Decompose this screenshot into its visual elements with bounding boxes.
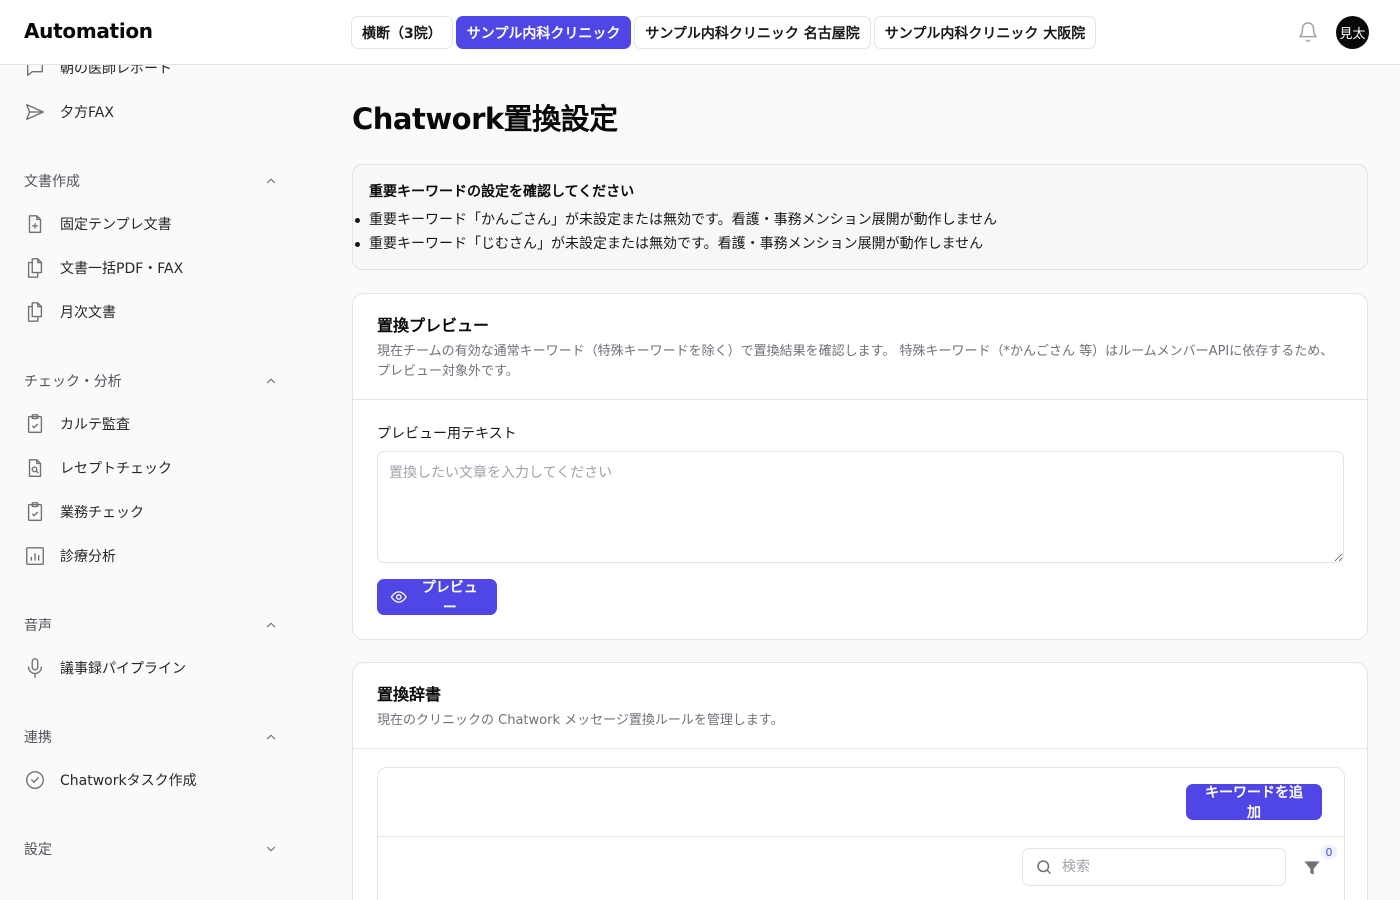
sidebar: 朝の医師レポート 夕方FAX 文書作成 固定テンプレ文書 文書一括PDF・FAX…: [0, 65, 300, 900]
sidebar-item-label: 月次文書: [60, 305, 116, 321]
clinic-tabs: 横断（3院） サンプル内科クリニック サンプル内科クリニック 名古屋院 サンプル…: [351, 16, 1097, 49]
sidebar-group-integration[interactable]: 連携: [24, 727, 278, 747]
chevron-up-icon: [266, 378, 276, 384]
keyword-search: [1022, 848, 1286, 886]
sidebar-item-label: 朝の医師レポート: [60, 65, 172, 77]
sidebar-item-clinical-analysis[interactable]: 診療分析: [24, 545, 116, 567]
sidebar-item-receipt-check[interactable]: レセプトチェック: [24, 457, 172, 479]
sidebar-item-evening-fax[interactable]: 夕方FAX: [24, 101, 114, 123]
file-search-icon: [28, 459, 42, 477]
eye-icon: [390, 591, 407, 603]
send-icon: [26, 103, 44, 121]
user-avatar[interactable]: 見太: [1336, 16, 1369, 49]
check-circle-icon: [26, 771, 44, 789]
message-square-icon: [26, 65, 44, 77]
keyword-table-container: キーワードを追加 0: [377, 767, 1345, 900]
sidebar-group-voice[interactable]: 音声: [24, 615, 278, 635]
preview-card: 置換プレビュー 現在チームの有効な通常キーワード（特殊キーワードを除く）で置換結…: [352, 293, 1368, 640]
page-title: Chatwork置換設定: [352, 102, 618, 136]
sidebar-item-morning-report[interactable]: 朝の医師レポート: [24, 65, 172, 79]
app-title: Automation: [24, 19, 153, 43]
sidebar-group-documents[interactable]: 文書作成: [24, 171, 278, 191]
sidebar-item-bulk-pdf-fax[interactable]: 文書一括PDF・FAX: [24, 257, 183, 279]
dictionary-card-title: 置換辞書: [377, 685, 442, 704]
alert-title: 重要キーワードの設定を確認してください: [369, 184, 635, 200]
tab-sample-clinic-osaka[interactable]: サンプル内科クリニック 大阪院: [873, 16, 1097, 49]
tab-cross-clinic[interactable]: 横断（3院）: [351, 16, 453, 49]
search-input[interactable]: [1062, 859, 1262, 875]
files-icon: [27, 302, 43, 322]
files-icon: [27, 258, 43, 278]
preview-button-label: プレビュー: [421, 580, 478, 616]
alert-item: 重要キーワード「じむさん」が未設定または無効です。看護・事務メンション展開が動作…: [355, 232, 1351, 256]
filter-count-badge: 0: [1321, 844, 1337, 860]
preview-card-description: 現在チームの有効な通常キーワード（特殊キーワードを除く）で置換結果を確認します。…: [377, 344, 1334, 379]
sidebar-item-chart-audit[interactable]: カルテ監査: [24, 413, 130, 435]
preview-card-title: 置換プレビュー: [377, 316, 490, 335]
bar-chart-icon: [26, 547, 44, 565]
alert-list: 重要キーワード「かんごさん」が未設定または無効です。看護・事務メンション展開が動…: [355, 208, 1351, 256]
preview-card-header: 置換プレビュー 現在チームの有効な通常キーワード（特殊キーワードを除く）で置換結…: [353, 294, 1367, 400]
sidebar-item-label: 業務チェック: [60, 505, 144, 521]
tab-sample-clinic[interactable]: サンプル内科クリニック: [455, 16, 632, 49]
sidebar-item-label: 固定テンプレ文書: [60, 217, 172, 233]
top-header: Automation 横断（3院） サンプル内科クリニック サンプル内科クリニッ…: [0, 0, 1400, 65]
sidebar-group-label: 音声: [24, 618, 52, 634]
clipboard-check-icon: [27, 502, 43, 521]
file-plus-icon: [28, 215, 42, 233]
keyword-warning-alert: 重要キーワードの設定を確認してください 重要キーワード「かんごさん」が未設定また…: [352, 164, 1368, 270]
sidebar-item-label: レセプトチェック: [60, 461, 172, 477]
bell-icon[interactable]: [1297, 21, 1319, 43]
sidebar-item-label: 議事録パイプライン: [60, 661, 186, 677]
sidebar-group-check-analysis[interactable]: チェック・分析: [24, 371, 278, 391]
sidebar-item-chatwork-task[interactable]: Chatworkタスク作成: [24, 769, 197, 791]
sidebar-group-settings[interactable]: 設定: [24, 839, 278, 859]
preview-button[interactable]: プレビュー: [377, 579, 497, 616]
search-icon: [1037, 860, 1051, 874]
sidebar-item-minutes-pipeline[interactable]: 議事録パイプライン: [24, 657, 186, 679]
dictionary-card-header: 置換辞書 現在のクリニックの Chatwork メッセージ置換ルールを管理します…: [353, 663, 1367, 749]
sidebar-item-label: 診療分析: [60, 549, 116, 565]
sidebar-item-work-check[interactable]: 業務チェック: [24, 501, 144, 523]
sidebar-group-label: チェック・分析: [24, 374, 122, 390]
sidebar-item-label: 夕方FAX: [60, 105, 114, 121]
sidebar-item-label: 文書一括PDF・FAX: [60, 261, 184, 277]
preview-text-input[interactable]: [377, 451, 1344, 563]
filter-icon[interactable]: [1302, 858, 1322, 878]
sidebar-group-label: 連携: [24, 730, 52, 746]
alert-item: 重要キーワード「かんごさん」が未設定または無効です。看護・事務メンション展開が動…: [355, 208, 1351, 232]
chevron-up-icon: [266, 178, 276, 184]
add-keyword-button[interactable]: キーワードを追加: [1186, 784, 1322, 821]
clipboard-check-icon: [27, 414, 43, 433]
sidebar-item-label: Chatworkタスク作成: [60, 773, 197, 789]
tab-sample-clinic-nagoya[interactable]: サンプル内科クリニック 名古屋院: [634, 16, 871, 49]
sidebar-group-label: 文書作成: [24, 174, 80, 190]
sidebar-item-label: カルテ監査: [60, 417, 130, 433]
sidebar-item-fixed-template[interactable]: 固定テンプレ文書: [24, 213, 172, 235]
preview-text-label: プレビュー用テキスト: [377, 426, 517, 442]
dictionary-card: 置換辞書 現在のクリニックの Chatwork メッセージ置換ルールを管理します…: [352, 662, 1368, 900]
sidebar-group-label: 設定: [24, 842, 52, 858]
dictionary-card-description: 現在のクリニックの Chatwork メッセージ置換ルールを管理します。: [377, 713, 784, 728]
chevron-up-icon: [266, 734, 276, 740]
mic-icon: [27, 658, 43, 678]
chevron-down-icon: [266, 846, 276, 852]
divider: [378, 836, 1344, 837]
chevron-up-icon: [266, 622, 276, 628]
sidebar-item-monthly-docs[interactable]: 月次文書: [24, 301, 116, 323]
